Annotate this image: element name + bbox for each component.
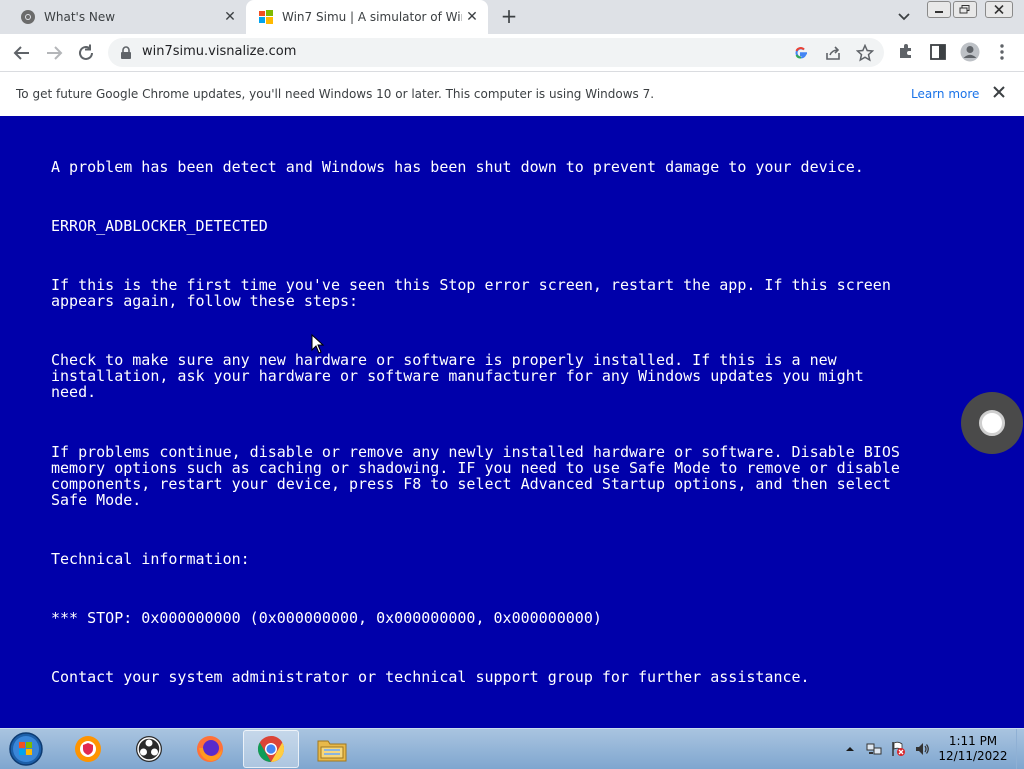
bsod-paragraph-first-time: If this is the first time you've seen th…: [51, 276, 891, 310]
bsod-contact-line: Contact your system administrator or tec…: [51, 668, 810, 686]
address-bar[interactable]: win7simu.visnalize.com: [108, 38, 884, 67]
extensions-puzzle-icon[interactable]: [897, 43, 915, 61]
chrome-icon: [257, 735, 285, 763]
restore-button[interactable]: [953, 1, 977, 18]
update-infobar: To get future Google Chrome updates, you…: [0, 71, 1024, 117]
tab-close-icon[interactable]: ✕: [220, 9, 240, 25]
obs-icon: [136, 736, 162, 762]
clock-time: 1:11 PM: [948, 734, 998, 748]
minimize-icon: [935, 11, 943, 13]
show-desktop-button[interactable]: [1016, 729, 1024, 769]
taskbar-app-obs[interactable]: [121, 730, 177, 768]
browser-toolbar: win7simu.visnalize.com: [0, 34, 1024, 71]
lock-icon[interactable]: [120, 46, 132, 60]
chevron-down-icon[interactable]: [894, 9, 914, 25]
tab-title: Win7 Simu | A simulator of Windows 7: [282, 10, 462, 24]
start-orb-icon[interactable]: [6, 730, 46, 768]
chrome-icon: [21, 10, 35, 24]
close-window-button[interactable]: [985, 1, 1013, 18]
win7simu-icon: [259, 10, 273, 24]
close-icon[interactable]: [992, 85, 1006, 99]
file-explorer-icon: [317, 740, 347, 762]
tab-whats-new[interactable]: What's New ✕: [8, 0, 246, 34]
floating-assistive-button[interactable]: [961, 392, 1023, 454]
side-panel-icon[interactable]: [929, 43, 947, 61]
reload-icon[interactable]: [75, 42, 97, 64]
clock-date: 12/11/2022: [938, 749, 1008, 763]
tab-close-icon[interactable]: ✕: [462, 9, 482, 25]
bookmark-star-icon[interactable]: [856, 44, 874, 62]
tray-expand-arrow-icon[interactable]: [844, 741, 856, 757]
taskbar-app-firefox-shield[interactable]: [60, 730, 116, 768]
restore-icon: [959, 5, 970, 14]
tab-title: What's New: [44, 10, 116, 24]
bsod-error-code: ERROR_ADBLOCKER_DETECTED: [51, 217, 268, 235]
new-tab-button[interactable]: +: [497, 6, 521, 28]
taskbar-app-chrome[interactable]: [243, 730, 299, 768]
infobar-message: To get future Google Chrome updates, you…: [16, 87, 655, 101]
profile-avatar-icon[interactable]: [960, 42, 980, 62]
minimize-button[interactable]: [927, 1, 951, 18]
google-g-icon[interactable]: [792, 44, 810, 62]
taskbar-app-file-explorer[interactable]: [304, 730, 360, 768]
tab-strip: What's New ✕ Win7 Simu | A simulator of …: [0, 0, 1024, 34]
firefox-shield-icon: [75, 736, 101, 762]
bsod-headline: A problem has been detect and Windows ha…: [51, 158, 864, 176]
learn-more-link[interactable]: Learn more: [911, 87, 979, 101]
action-center-flag-icon[interactable]: [890, 741, 906, 757]
firefox-icon: [197, 736, 223, 762]
taskbar-clock[interactable]: 1:11 PM 12/11/2022: [930, 734, 1016, 764]
volume-speaker-icon[interactable]: [914, 741, 930, 757]
windows-taskbar: 1:11 PM 12/11/2022: [0, 728, 1024, 769]
share-icon[interactable]: [824, 44, 842, 62]
bsod-screen[interactable]: A problem has been detect and Windows ha…: [0, 116, 1024, 728]
bsod-paragraph-problems-continue: If problems continue, disable or remove …: [51, 443, 900, 509]
bsod-stop-code: *** STOP: 0x000000000 (0x000000000, 0x00…: [51, 609, 602, 627]
tab-win7simu[interactable]: Win7 Simu | A simulator of Windows 7 ✕: [246, 0, 488, 34]
bsod-tech-info-header: Technical information:: [51, 550, 250, 568]
back-arrow-icon[interactable]: [11, 42, 33, 64]
taskbar-app-firefox[interactable]: [182, 730, 238, 768]
network-icon[interactable]: [866, 741, 882, 757]
forward-arrow-icon[interactable]: [43, 42, 65, 64]
bsod-paragraph-check-hardware: Check to make sure any new hardware or s…: [51, 351, 864, 401]
mouse-cursor-icon: [311, 334, 325, 354]
close-icon: [994, 5, 1004, 14]
floating-button-dot: [979, 410, 1005, 436]
url-text[interactable]: win7simu.visnalize.com: [142, 44, 296, 59]
kebab-menu-icon[interactable]: [993, 43, 1011, 61]
